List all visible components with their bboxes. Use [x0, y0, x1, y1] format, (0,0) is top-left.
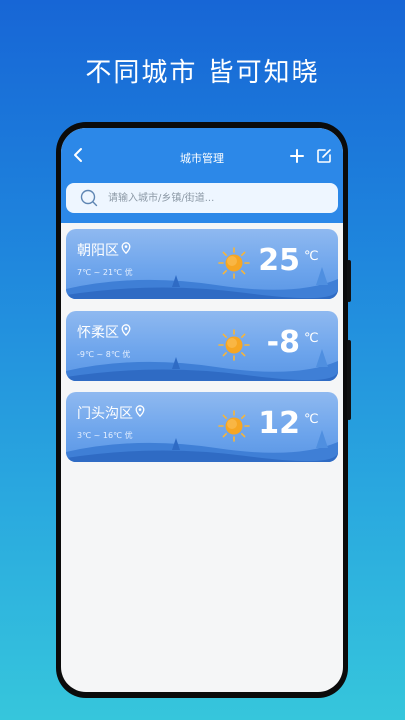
search-icon — [80, 189, 98, 207]
edit-icon — [317, 149, 331, 163]
city-name: 朝阳区 — [77, 240, 131, 260]
city-card[interactable]: 怀柔区 -9℃ ~ 8℃ 优 -8 ℃ — [66, 311, 338, 381]
top-bar: 城市管理 — [61, 128, 343, 223]
phone-side-button — [347, 340, 351, 420]
sunny-icon — [218, 410, 250, 442]
temp-unit: ℃ — [304, 331, 319, 346]
city-card[interactable]: 朝阳区 7℃ ~ 21℃ 优 25 ℃ — [66, 229, 338, 299]
temp-range: 7℃ ~ 21℃ 优 — [77, 268, 133, 277]
city-name: 门头沟区 — [77, 403, 145, 423]
city-name-text: 朝阳区 — [77, 243, 119, 259]
search-input[interactable] — [108, 183, 330, 213]
temp-unit: ℃ — [304, 412, 319, 427]
add-city-button[interactable] — [289, 148, 305, 164]
city-name-text: 怀柔区 — [77, 325, 119, 341]
temp-range: 3℃ ~ 16℃ 优 — [77, 431, 133, 440]
promo-headline: 不同城市 皆可知晓 — [85, 58, 320, 88]
location-pin-icon — [121, 324, 131, 336]
edit-cities-button[interactable] — [316, 148, 332, 164]
phone-screen: 城市管理 请输入城市/乡镇/街道... 朝阳区 7℃ ~ 21℃ 优 25 ℃ … — [61, 128, 343, 692]
search-box[interactable] — [66, 183, 338, 213]
city-name: 怀柔区 — [77, 322, 131, 342]
city-name-text: 门头沟区 — [77, 406, 133, 422]
current-temp: 12 — [258, 406, 300, 441]
phone-frame: 城市管理 请输入城市/乡镇/街道... 朝阳区 7℃ ~ 21℃ 优 25 ℃ … — [56, 122, 351, 698]
sunny-icon — [218, 329, 250, 361]
current-temp: 25 — [258, 243, 300, 278]
temp-unit: ℃ — [304, 249, 319, 264]
location-pin-icon — [135, 405, 145, 417]
sunny-icon — [218, 247, 250, 279]
phone-side-button — [347, 260, 351, 302]
plus-icon — [290, 149, 304, 163]
current-temp: -8 — [266, 325, 300, 360]
temp-range: -9℃ ~ 8℃ 优 — [77, 350, 131, 359]
city-card[interactable]: 门头沟区 3℃ ~ 16℃ 优 12 ℃ — [66, 392, 338, 462]
location-pin-icon — [121, 242, 131, 254]
